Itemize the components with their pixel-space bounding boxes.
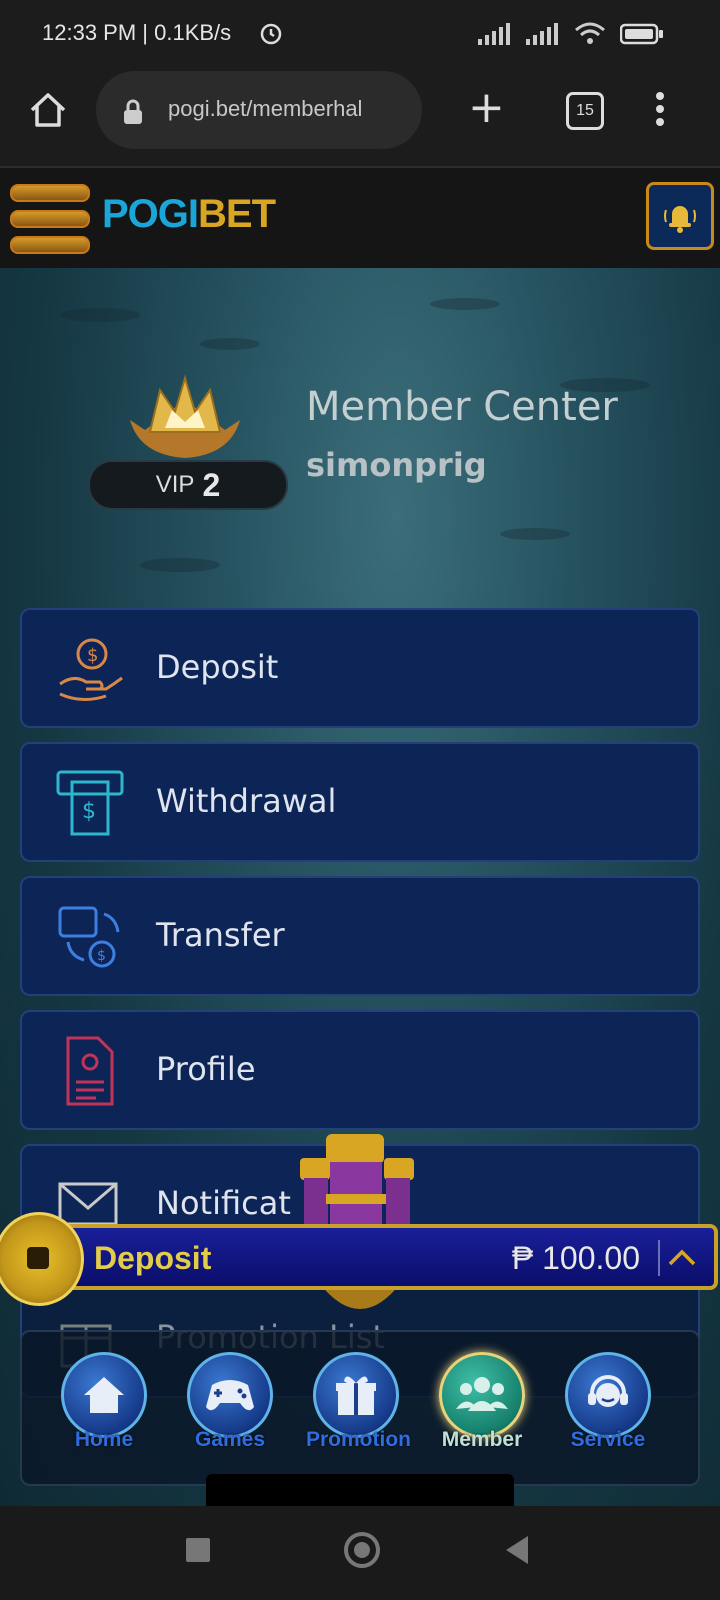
- lock-icon: [122, 99, 144, 129]
- status-bar: 12:33 PM | 0.1KB/s: [0, 0, 720, 68]
- hand-coin-icon: $: [56, 634, 126, 704]
- chevron-up-icon[interactable]: [658, 1240, 700, 1276]
- menu-item-deposit[interactable]: $ Deposit: [20, 608, 700, 728]
- nav-promotion[interactable]: Promotion: [306, 1352, 411, 1462]
- recents-icon[interactable]: [186, 1538, 210, 1562]
- nav-label: Member: [441, 1428, 523, 1451]
- menu-item-label: Notificat: [156, 1184, 291, 1222]
- browser-menu-button[interactable]: [654, 92, 666, 132]
- member-profile-header: VIP 2 Member Center simonprig: [0, 370, 720, 510]
- svg-text:$: $: [82, 799, 96, 824]
- headset-icon: [565, 1352, 651, 1438]
- menu-item-withdrawal[interactable]: $ Withdrawal: [20, 742, 700, 862]
- gift-icon: [313, 1352, 399, 1438]
- status-time: 12:33 PM | 0.1KB/s: [42, 20, 232, 45]
- status-icons: [478, 22, 664, 50]
- quick-deposit-label: Deposit: [94, 1240, 212, 1276]
- back-icon[interactable]: [506, 1536, 528, 1564]
- nav-label: Games: [194, 1428, 266, 1451]
- vip-label: VIP: [155, 471, 195, 498]
- menu-item-profile[interactable]: Profile: [20, 1010, 700, 1130]
- signal-icon: [478, 23, 512, 49]
- alarm-icon: [258, 20, 284, 50]
- tab-switcher-button[interactable]: 15: [566, 92, 604, 130]
- address-bar[interactable]: pogi.bet/memberhal: [96, 71, 422, 149]
- browser-home-icon[interactable]: [28, 90, 68, 130]
- quick-deposit-bar[interactable]: Deposit ₱ 100.00: [54, 1224, 718, 1290]
- atm-cash-icon: $: [56, 768, 126, 838]
- pogibet-logo[interactable]: POGIBET: [102, 192, 276, 237]
- nav-label: Promotion: [306, 1428, 411, 1451]
- svg-text:$: $: [87, 645, 98, 666]
- logo-part1: POGI: [102, 192, 199, 236]
- menu-item-transfer[interactable]: $ Transfer: [20, 876, 700, 996]
- bottom-navigation: Home Games Promotion Member Service: [20, 1330, 700, 1486]
- battery-icon: [619, 23, 664, 49]
- vip-badge: VIP 2: [88, 460, 288, 510]
- nav-label: Home: [74, 1428, 134, 1451]
- nav-label: Service: [570, 1428, 646, 1451]
- quick-deposit-amount: ₱ 100.00: [511, 1240, 640, 1276]
- android-home-icon[interactable]: [344, 1532, 380, 1568]
- members-icon: [439, 1352, 525, 1438]
- vip-crown-icon: [120, 370, 250, 460]
- hamburger-menu-icon[interactable]: [10, 184, 90, 254]
- nav-games[interactable]: Games: [180, 1352, 280, 1462]
- nav-service[interactable]: Service: [558, 1352, 658, 1462]
- gamepad-icon: [187, 1352, 273, 1438]
- svg-text:$: $: [97, 948, 106, 964]
- site-header: POGIBET: [0, 168, 720, 268]
- logo-part2: BET: [198, 192, 276, 236]
- notification-bell-icon[interactable]: [646, 182, 714, 250]
- android-navigation-bar: [0, 1506, 720, 1600]
- menu-item-label: Profile: [156, 1050, 256, 1088]
- new-tab-button[interactable]: +: [468, 86, 505, 130]
- wallet-transfer-icon: $: [56, 902, 126, 972]
- nav-member[interactable]: Member: [432, 1352, 532, 1462]
- menu-item-label: Transfer: [156, 916, 285, 954]
- page-title: Member Center: [306, 384, 618, 430]
- browser-toolbar: pogi.bet/memberhal + 15: [0, 68, 720, 168]
- gesture-bar: [206, 1474, 514, 1506]
- menu-item-label: Deposit: [156, 648, 279, 686]
- wifi-icon: [574, 22, 606, 50]
- username: simonprig: [306, 446, 487, 484]
- signal-icon-2: [526, 23, 560, 49]
- nav-home[interactable]: Home: [54, 1352, 154, 1462]
- document-profile-icon: [56, 1036, 126, 1106]
- url-text: pogi.bet/memberhal: [168, 96, 363, 121]
- home-icon: [61, 1352, 147, 1438]
- vip-level: 2: [202, 466, 221, 503]
- menu-item-label: Withdrawal: [156, 782, 337, 820]
